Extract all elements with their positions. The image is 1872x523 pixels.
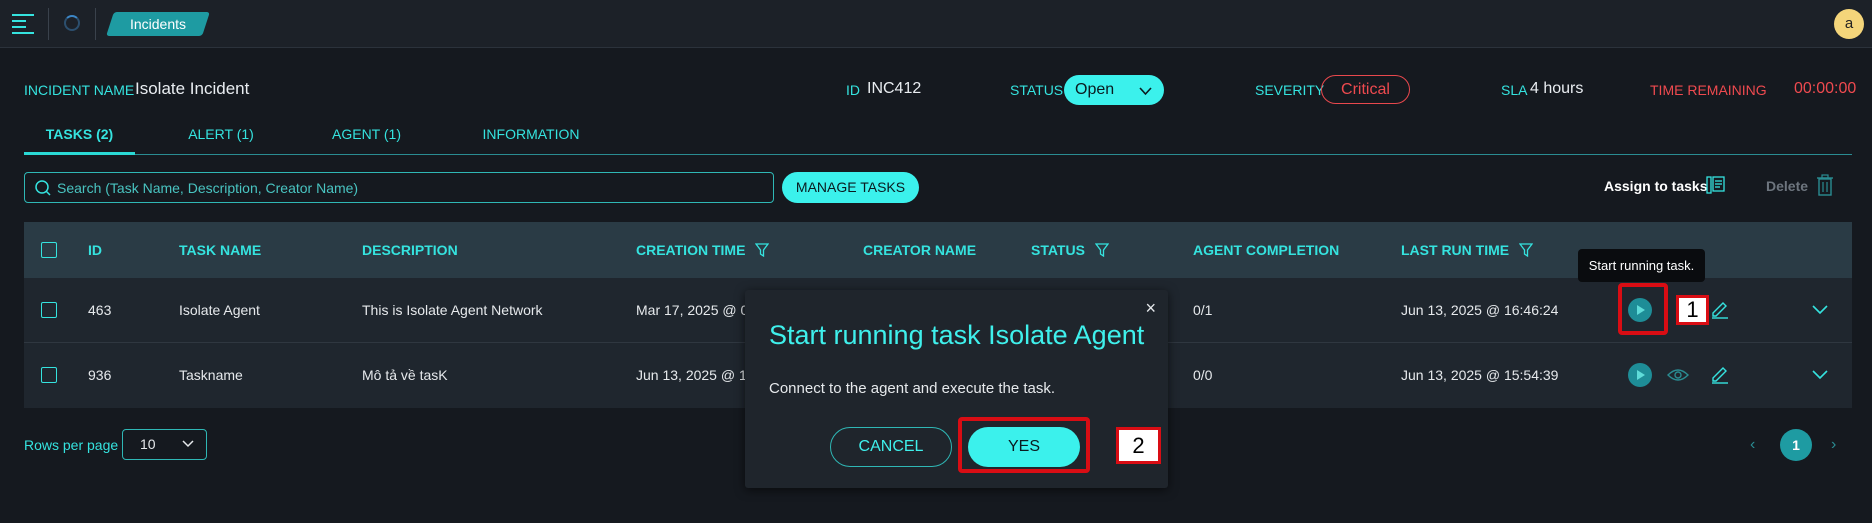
incident-name-label: INCIDENT NAME (24, 82, 135, 98)
cell-last-run-time: Jun 13, 2025 @ 15:54:39 (1401, 367, 1559, 383)
time-remaining-label: TIME REMAINING (1650, 82, 1767, 98)
column-header-last-run-time: LAST RUN TIME (1401, 222, 1533, 278)
divider (95, 8, 96, 40)
cell-description: Mô tả về tasK (362, 367, 448, 383)
column-header-agent-completion: AGENT COMPLETION (1193, 242, 1340, 258)
divider (48, 8, 49, 40)
incident-name-value: Isolate Incident (135, 79, 250, 98)
previous-page-button[interactable]: ‹ (1750, 436, 1755, 454)
loading-spinner-icon (64, 15, 80, 31)
incident-id-label: ID (846, 82, 860, 98)
next-page-button[interactable]: › (1831, 436, 1836, 454)
assign-list-icon[interactable] (1706, 175, 1726, 195)
yes-button[interactable]: YES (968, 427, 1080, 467)
severity-badge: Critical (1321, 75, 1410, 104)
tab-alert[interactable]: ALERT (1) (181, 122, 261, 155)
search-input[interactable] (57, 173, 757, 202)
top-bar: Incidents a (0, 0, 1872, 48)
chevron-down-icon (1139, 87, 1152, 96)
breadcrumb-incidents-tab[interactable]: Incidents (106, 12, 210, 36)
cell-last-run-time: Jun 13, 2025 @ 16:46:24 (1401, 302, 1559, 318)
column-header-status-label: STATUS (1031, 242, 1085, 258)
manage-tasks-button[interactable]: MANAGE TASKS (782, 172, 919, 203)
filter-icon[interactable] (755, 243, 770, 257)
step-callout-2: 2 (1116, 427, 1161, 464)
cell-creation-time: Jun 13, 2025 @ 15 (636, 367, 755, 383)
column-header-last-run-time-label: LAST RUN TIME (1401, 242, 1510, 258)
column-header-description: DESCRIPTION (362, 242, 458, 258)
status-dropdown[interactable]: Open (1064, 75, 1164, 105)
sla-label: SLA (1501, 82, 1528, 98)
search-icon (35, 180, 51, 196)
column-header-creation-time-label: CREATION TIME (636, 242, 746, 258)
pencil-icon[interactable] (1710, 299, 1730, 319)
severity-label: SEVERITY (1255, 82, 1325, 98)
run-task-tooltip: Start running task. (1578, 249, 1705, 282)
cell-task-name: Isolate Agent (179, 302, 260, 318)
column-header-status: STATUS (1031, 222, 1109, 278)
step-callout-1: 1 (1676, 295, 1709, 325)
incident-id-value: INC412 (867, 80, 922, 97)
rows-per-page-select[interactable]: 10 (122, 429, 207, 460)
eye-icon[interactable] (1667, 367, 1689, 383)
pencil-icon[interactable] (1710, 364, 1730, 384)
tab-bar: TASKS (2) ALERT (1) AGENT (1) INFORMATIO… (24, 122, 1852, 155)
tab-information[interactable]: INFORMATION (468, 122, 594, 155)
confirm-run-task-dialog: × Start running task Isolate Agent Conne… (745, 290, 1168, 488)
trash-icon[interactable] (1816, 174, 1834, 196)
assign-to-tasks-button[interactable]: Assign to tasks (1604, 178, 1707, 194)
column-header-id: ID (88, 242, 102, 258)
chevron-down-icon (182, 440, 194, 448)
close-icon[interactable]: × (1145, 298, 1156, 319)
tab-agent[interactable]: AGENT (1) (324, 122, 409, 155)
time-remaining-value: 00:00:00 (1794, 80, 1857, 97)
column-header-task-name: TASK NAME (179, 242, 262, 258)
status-label: STATUS (1010, 82, 1064, 98)
cell-agent-completion: 0/1 (1193, 302, 1213, 318)
dialog-message: Connect to the agent and execute the tas… (769, 380, 1056, 397)
page-1-button[interactable]: 1 (1780, 429, 1812, 461)
run-task-play-icon[interactable] (1628, 298, 1652, 322)
hamburger-menu-icon[interactable] (10, 11, 38, 35)
tab-tasks[interactable]: TASKS (2) (24, 122, 135, 155)
chevron-down-icon[interactable] (1812, 370, 1828, 380)
search-box (24, 172, 774, 203)
cancel-button[interactable]: CANCEL (830, 427, 952, 467)
cell-task-name: Taskname (179, 367, 243, 383)
row-checkbox[interactable] (41, 367, 57, 383)
chevron-down-icon[interactable] (1812, 305, 1828, 315)
cell-id: 936 (88, 367, 112, 383)
sla-value: 4 hours (1530, 80, 1584, 97)
user-avatar[interactable]: a (1834, 9, 1864, 39)
run-task-play-icon[interactable] (1628, 363, 1652, 387)
dialog-title: Start running task Isolate Agent (769, 320, 1145, 350)
filter-icon[interactable] (1094, 243, 1109, 257)
cell-agent-completion: 0/0 (1193, 367, 1213, 383)
delete-button[interactable]: Delete (1766, 178, 1808, 194)
filter-icon[interactable] (1519, 243, 1533, 257)
rows-per-page-label: Rows per page (24, 437, 119, 453)
cell-description: This is Isolate Agent Network (362, 302, 543, 318)
cell-creation-time: Mar 17, 2025 @ 0 (636, 302, 749, 318)
row-checkbox[interactable] (41, 302, 57, 318)
select-all-checkbox[interactable] (41, 242, 57, 258)
rows-per-page-value: 10 (140, 436, 156, 452)
cell-id: 463 (88, 302, 112, 318)
status-value: Open (1075, 81, 1115, 98)
column-header-creator-name: CREATOR NAME (863, 242, 977, 258)
breadcrumb-label: Incidents (129, 16, 187, 32)
column-header-creation-time: CREATION TIME (636, 222, 770, 278)
